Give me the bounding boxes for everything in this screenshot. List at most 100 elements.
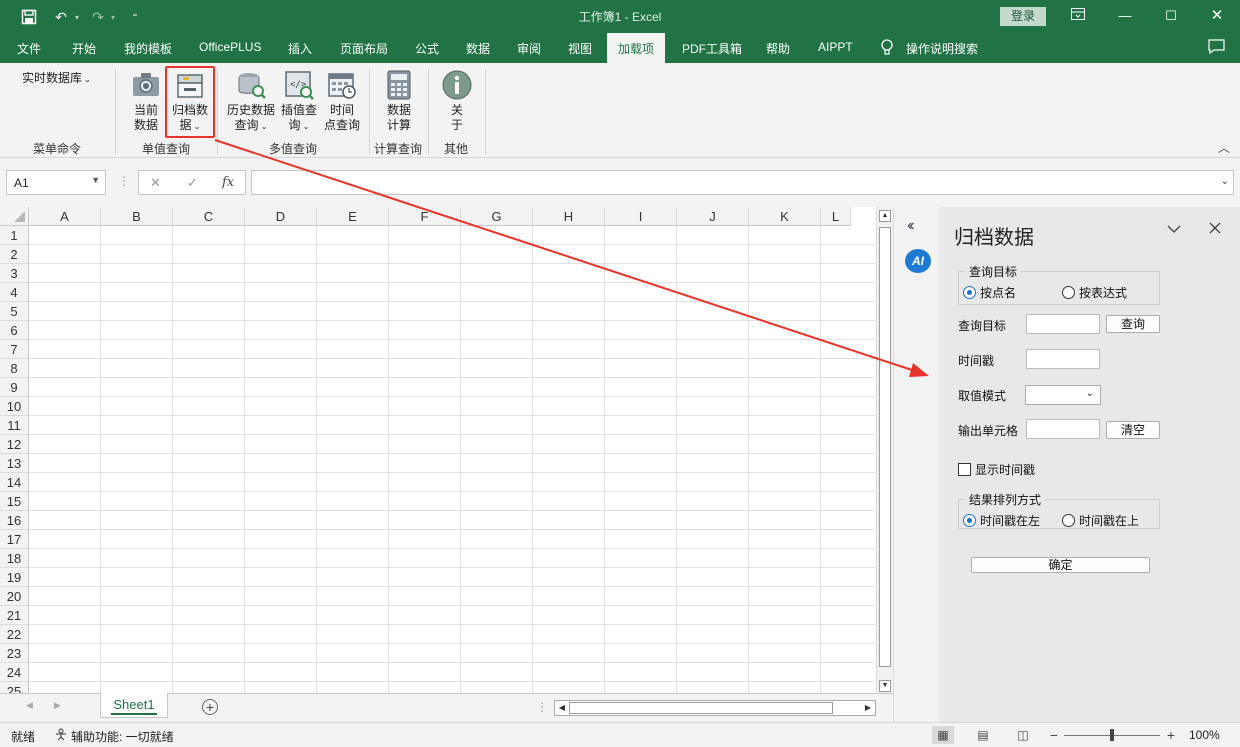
value-mode-select[interactable]: ⌄ <box>1025 385 1101 405</box>
row-header[interactable]: 12 <box>0 435 29 454</box>
normal-view-icon[interactable]: ▦ <box>932 726 954 744</box>
tab-insert[interactable]: 插入 <box>288 40 312 57</box>
page-layout-view-icon[interactable]: ▤ <box>972 726 994 744</box>
radio-timestamp-top[interactable]: 时间戳在上 <box>1062 512 1139 529</box>
column-header[interactable]: B <box>101 207 173 226</box>
row-header[interactable]: 7 <box>0 340 29 359</box>
clear-button[interactable]: 清空 <box>1106 421 1160 439</box>
cancel-icon[interactable]: ✕ <box>150 175 161 191</box>
row-header[interactable]: 13 <box>0 454 29 473</box>
close-pane-icon[interactable] <box>1209 221 1221 239</box>
column-header[interactable]: L <box>821 207 851 226</box>
pane-options-icon[interactable] <box>1167 221 1181 239</box>
zoom-slider-thumb[interactable] <box>1110 729 1114 741</box>
row-header[interactable]: 1 <box>0 226 29 245</box>
row-header[interactable]: 5 <box>0 302 29 321</box>
next-sheet-icon[interactable]: ▶ <box>54 700 61 711</box>
row-header[interactable]: 15 <box>0 492 29 511</box>
current-data-button[interactable]: 当前 数据 <box>126 69 166 133</box>
tab-page-layout[interactable]: 页面布局 <box>340 40 388 57</box>
row-header[interactable]: 21 <box>0 606 29 625</box>
tab-add-ins[interactable]: 加载项 <box>607 33 666 63</box>
row-header[interactable]: 14 <box>0 473 29 492</box>
tab-pdf-tools[interactable]: PDF工具箱 <box>682 40 742 57</box>
row-header[interactable]: 11 <box>0 416 29 435</box>
minimize-icon[interactable]: — <box>1110 5 1140 27</box>
tab-aippt[interactable]: AIPPT <box>818 40 853 54</box>
column-header[interactable]: E <box>317 207 389 226</box>
radio-by-expression[interactable]: 按表达式 <box>1062 284 1127 301</box>
interpolation-query-button[interactable]: </> 插值查 询 ⌄ <box>279 69 319 134</box>
row-header[interactable]: 16 <box>0 511 29 530</box>
timestamp-input[interactable] <box>1026 349 1100 369</box>
redo-icon[interactable]: ↷ <box>88 6 108 28</box>
add-sheet-icon[interactable]: + <box>202 699 218 715</box>
ok-button[interactable]: 确定 <box>971 557 1150 573</box>
cell-area[interactable] <box>29 226 875 693</box>
timepoint-query-button[interactable]: 时间 点查询 <box>322 69 362 133</box>
radio-timestamp-left[interactable]: 时间戳在左 <box>963 512 1040 529</box>
redo-dropdown-icon[interactable]: ▾ <box>108 6 118 28</box>
select-all-corner[interactable] <box>0 207 29 226</box>
undo-icon[interactable]: ↶ <box>50 6 72 28</box>
sheet-tab-sheet1[interactable]: Sheet1 <box>100 693 168 718</box>
row-header[interactable]: 9 <box>0 378 29 397</box>
tab-home[interactable]: 开始 <box>72 40 96 57</box>
scroll-down-icon[interactable]: ▼ <box>879 680 891 692</box>
column-header[interactable]: J <box>677 207 749 226</box>
row-header[interactable]: 23 <box>0 644 29 663</box>
column-header[interactable]: D <box>245 207 317 226</box>
row-header[interactable]: 17 <box>0 530 29 549</box>
row-header[interactable]: 10 <box>0 397 29 416</box>
radio-by-point[interactable]: 按点名 <box>963 284 1016 301</box>
column-header[interactable]: G <box>461 207 533 226</box>
login-button[interactable]: 登录 <box>1000 7 1046 26</box>
tab-help[interactable]: 帮助 <box>766 40 790 57</box>
expand-formula-icon[interactable]: ⌄ <box>1221 176 1229 187</box>
row-header[interactable]: 25 <box>0 682 29 693</box>
history-query-button[interactable]: 历史数据 查询 ⌄ <box>225 69 277 134</box>
insert-function-icon[interactable]: fx <box>222 175 234 190</box>
row-header[interactable]: 8 <box>0 359 29 378</box>
scroll-right-icon[interactable]: ▶ <box>862 702 874 714</box>
tab-my-templates[interactable]: 我的模板 <box>124 40 172 57</box>
tab-file[interactable]: 文件 <box>17 40 41 57</box>
query-button[interactable]: 查询 <box>1106 315 1160 333</box>
accessibility-status[interactable]: 辅助功能: 一切就绪 <box>71 728 174 745</box>
column-header[interactable]: F <box>389 207 461 226</box>
row-header[interactable]: 18 <box>0 549 29 568</box>
show-timestamp-checkbox[interactable]: 显示时间戳 <box>958 461 1035 478</box>
scroll-left-icon[interactable]: ◀ <box>556 702 568 714</box>
tab-view[interactable]: 视图 <box>568 40 592 57</box>
column-header[interactable]: H <box>533 207 605 226</box>
query-target-input[interactable] <box>1026 314 1100 334</box>
accessibility-icon[interactable] <box>54 728 68 744</box>
row-header[interactable]: 3 <box>0 264 29 283</box>
prev-sheet-icon[interactable]: ◀ <box>26 700 33 711</box>
scroll-up-icon[interactable]: ▲ <box>879 210 891 222</box>
enter-icon[interactable]: ✓ <box>187 175 198 191</box>
zoom-in-icon[interactable]: + <box>1160 726 1182 744</box>
undo-dropdown-icon[interactable]: ▾ <box>72 6 82 28</box>
realtime-db-menu[interactable]: 实时数据库 ⌄ <box>22 71 91 87</box>
hscroll-thumb[interactable] <box>569 702 833 714</box>
formula-bar-grip-icon[interactable]: ⋮ <box>118 174 130 188</box>
row-header[interactable]: 6 <box>0 321 29 340</box>
name-box[interactable]: A1 ▼ <box>6 170 106 195</box>
column-header[interactable]: A <box>29 207 101 226</box>
customize-toolbar-icon[interactable]: ⁼ <box>128 6 142 28</box>
tab-split-handle-icon[interactable]: ⋮ <box>536 700 548 714</box>
close-window-icon[interactable]: ✕ <box>1202 5 1232 27</box>
row-header[interactable]: 2 <box>0 245 29 264</box>
page-break-view-icon[interactable]: ◫ <box>1012 726 1034 744</box>
column-header[interactable]: C <box>173 207 245 226</box>
save-icon[interactable] <box>18 6 40 28</box>
data-calc-button[interactable]: 数据 计算 <box>379 69 419 133</box>
tab-officeplus[interactable]: OfficePLUS <box>199 40 261 54</box>
formula-input[interactable]: ⌄ <box>251 170 1234 195</box>
selected-cell[interactable] <box>29 226 101 245</box>
scroll-thumb[interactable] <box>879 227 891 667</box>
column-header[interactable]: K <box>749 207 821 226</box>
spreadsheet-grid[interactable]: ABCDEFGHIJKL 1 2 3 4 5 6 7 8 9 10 11 12 13 14 15 16 17 18… <box>0 207 893 693</box>
tab-review[interactable]: 审阅 <box>517 40 541 57</box>
